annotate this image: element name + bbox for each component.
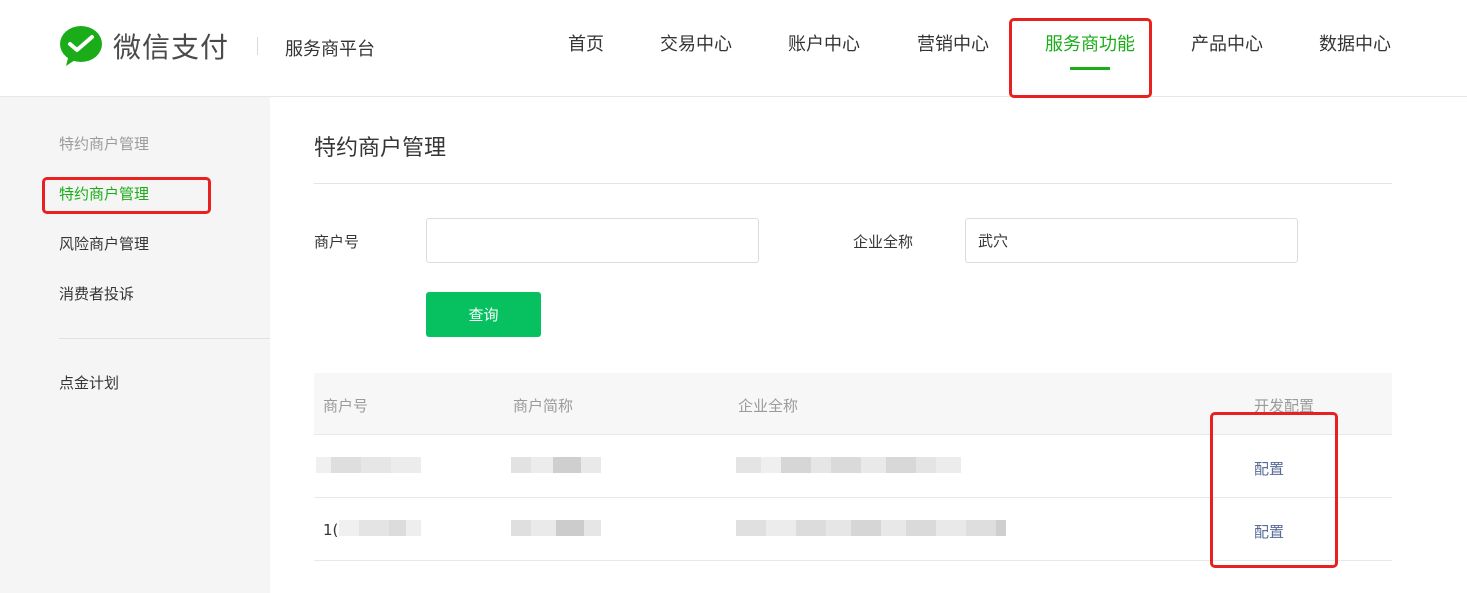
nav-home[interactable]: 首页 <box>568 30 604 56</box>
wechat-pay-logo[interactable]: 微信支付 <box>59 25 229 67</box>
platform-name: 服务商平台 <box>285 39 375 60</box>
merchant-id-label: 商户号 <box>314 233 360 251</box>
redacted-short-name <box>511 520 601 536</box>
nav-marketing-center[interactable]: 营销中心 <box>917 30 989 56</box>
config-link[interactable]: 配置 <box>1254 521 1284 542</box>
config-link[interactable]: 配置 <box>1254 458 1284 479</box>
sidebar-item-risk-merchant-management[interactable]: 风险商户管理 <box>59 233 149 254</box>
query-button[interactable]: 查询 <box>426 292 541 337</box>
nav-product-center[interactable]: 产品中心 <box>1191 30 1263 56</box>
title-divider <box>314 183 1392 184</box>
top-header: 微信支付 服务商平台 首页 交易中心 账户中心 营销中心 服务商功能 产品中心 … <box>0 0 1467 97</box>
brand-name: 微信支付 <box>113 31 230 64</box>
redacted-company-name <box>736 520 1006 536</box>
merchant-id-input[interactable] <box>426 218 759 263</box>
sidebar: 特约商户管理 特约商户管理 风险商户管理 消费者投诉 点金计划 <box>0 97 270 593</box>
company-name-input[interactable] <box>965 218 1298 263</box>
col-merchant-id: 商户号 <box>323 397 369 415</box>
redacted-company-name <box>736 457 961 473</box>
redacted-merchant-id <box>316 457 421 473</box>
nav-trade-center[interactable]: 交易中心 <box>660 30 732 56</box>
nav-account-center[interactable]: 账户中心 <box>788 30 860 56</box>
table-row: 1( 配置 <box>314 498 1392 561</box>
header-divider <box>257 37 258 55</box>
nav-data-center[interactable]: 数据中心 <box>1319 30 1391 56</box>
wechat-pay-check-bubble-icon <box>59 25 103 67</box>
sidebar-item-consumer-complaints[interactable]: 消费者投诉 <box>59 283 134 304</box>
company-name-label: 企业全称 <box>853 233 914 251</box>
table-header: 商户号 商户简称 企业全称 开发配置 <box>314 373 1392 435</box>
sidebar-item-dianjin-plan[interactable]: 点金计划 <box>59 372 119 393</box>
sidebar-group-title: 特约商户管理 <box>59 135 150 153</box>
col-company-name: 企业全称 <box>738 397 799 415</box>
redacted-merchant-id <box>339 520 421 536</box>
nav-service-provider-functions[interactable]: 服务商功能 <box>1045 30 1135 56</box>
sidebar-item-special-merchant-management[interactable]: 特约商户管理 <box>59 183 149 204</box>
sidebar-divider <box>59 338 270 339</box>
col-merchant-short-name: 商户简称 <box>513 397 574 415</box>
page-title: 特约商户管理 <box>314 136 447 161</box>
redacted-short-name <box>511 457 601 473</box>
merchant-id-visible-prefix: 1( <box>323 521 339 539</box>
col-dev-config: 开发配置 <box>1254 397 1315 415</box>
active-nav-underline <box>1070 67 1110 70</box>
table-row: 配置 <box>314 435 1392 498</box>
